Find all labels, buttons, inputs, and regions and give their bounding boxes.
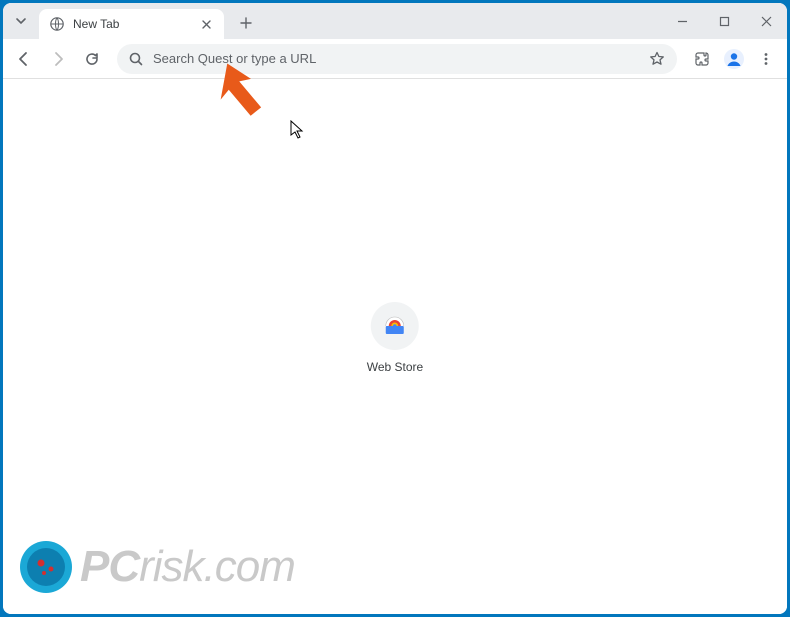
omnibox[interactable] xyxy=(117,44,677,74)
minimize-icon xyxy=(677,16,688,27)
extensions-button[interactable] xyxy=(687,44,717,74)
web-store-icon xyxy=(384,315,406,337)
tab-new-tab[interactable]: New Tab xyxy=(39,9,224,39)
tab-close-button[interactable] xyxy=(198,16,214,32)
tab-title: New Tab xyxy=(73,17,190,31)
maximize-button[interactable] xyxy=(703,3,745,39)
globe-icon xyxy=(49,16,65,32)
browser-window: New Tab xyxy=(3,3,787,614)
titlebar: New Tab xyxy=(3,3,787,39)
address-input[interactable] xyxy=(153,51,639,66)
back-button[interactable] xyxy=(9,44,39,74)
new-tab-page: Web Store xyxy=(3,79,787,614)
kebab-menu-icon xyxy=(759,52,773,66)
minimize-button[interactable] xyxy=(661,3,703,39)
new-tab-button[interactable] xyxy=(232,11,260,35)
close-icon xyxy=(761,16,772,27)
search-icon xyxy=(129,52,143,66)
shortcut-label: Web Store xyxy=(367,360,423,374)
plus-icon xyxy=(240,17,252,29)
tab-search-button[interactable] xyxy=(3,3,39,39)
close-window-button[interactable] xyxy=(745,3,787,39)
arrow-right-icon xyxy=(50,51,66,67)
reload-button[interactable] xyxy=(77,44,107,74)
forward-button[interactable] xyxy=(43,44,73,74)
profile-icon xyxy=(723,48,745,70)
menu-button[interactable] xyxy=(751,44,781,74)
window-controls xyxy=(661,3,787,39)
shortcut-web-store[interactable]: Web Store xyxy=(367,302,423,374)
chevron-down-icon xyxy=(15,15,27,27)
reload-icon xyxy=(84,51,100,67)
arrow-left-icon xyxy=(16,51,32,67)
toolbar xyxy=(3,39,787,79)
shortcut-circle xyxy=(371,302,419,350)
profile-button[interactable] xyxy=(721,46,747,72)
close-icon xyxy=(202,20,211,29)
puzzle-icon xyxy=(694,51,710,67)
bookmark-star-icon[interactable] xyxy=(649,51,665,67)
maximize-icon xyxy=(719,16,730,27)
